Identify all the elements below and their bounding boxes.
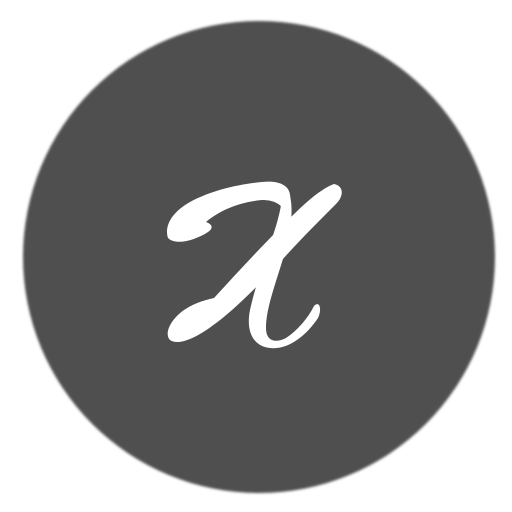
script-x-monogram-icon <box>23 21 495 493</box>
app-icon <box>0 0 512 512</box>
